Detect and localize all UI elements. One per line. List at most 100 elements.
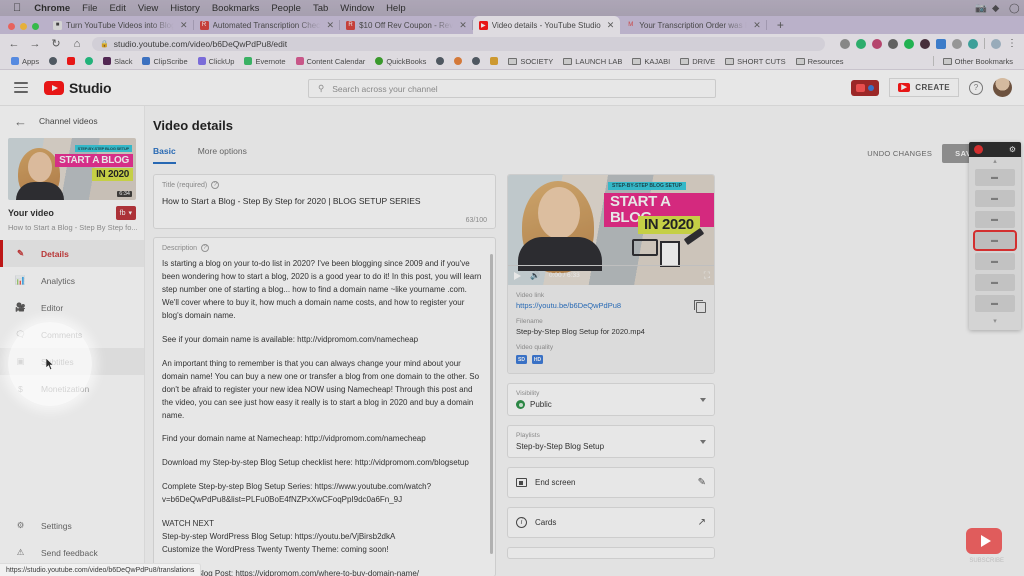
tab-more-options[interactable]: More options <box>198 146 247 164</box>
search-input[interactable]: ⚲ Search across your channel <box>308 79 716 98</box>
bookmark-quickbooks[interactable]: QuickBooks <box>370 57 431 66</box>
volume-icon[interactable]: 🔊 <box>530 271 540 280</box>
other-bookmarks-folder[interactable]: Other Bookmarks <box>938 57 1018 66</box>
camera-extension-icon[interactable] <box>840 38 850 49</box>
title-field-value[interactable]: How to Start a Blog - Step By Step for 2… <box>162 196 487 206</box>
hamburger-icon[interactable] <box>14 82 28 93</box>
cards-row[interactable]: i Cards ↗ <box>507 507 715 538</box>
playlists-select[interactable]: Playlists Step-by-Step Blog Setup <box>507 425 715 458</box>
maximize-window-button[interactable] <box>32 23 39 30</box>
external-link-icon[interactable]: ↗ <box>698 517 706 528</box>
sidebar-item-settings[interactable]: ⚙ Settings <box>0 512 144 539</box>
facebook-share-badge[interactable]: fb ▾ <box>115 206 136 220</box>
copy-icon[interactable] <box>694 300 706 313</box>
bookmark-slack[interactable]: Slack <box>98 57 137 66</box>
menu-item-edit[interactable]: Edit <box>103 3 131 14</box>
close-tab-button[interactable]: ✕ <box>607 20 615 31</box>
close-tab-button[interactable]: ✕ <box>459 20 467 31</box>
question-mark-icon[interactable]: ? <box>969 80 983 95</box>
widget-item[interactable]: ▬ <box>975 169 1015 186</box>
chevron-down-icon[interactable]: ▾ <box>969 317 1021 330</box>
widget-item-selected[interactable]: ▬ <box>973 230 1017 251</box>
close-tab-button[interactable]: ✕ <box>327 20 335 31</box>
close-window-button[interactable] <box>8 23 15 30</box>
browser-tab-active[interactable]: ▶ Video details - YouTube Studio ✕ <box>472 16 621 34</box>
pencil-icon[interactable]: ✎ <box>698 477 706 488</box>
next-section-row[interactable] <box>507 547 715 559</box>
bookmark-item[interactable] <box>431 57 449 65</box>
menu-item-tab[interactable]: Tab <box>307 3 334 14</box>
avatar[interactable] <box>993 78 1012 97</box>
minimize-window-button[interactable] <box>20 23 27 30</box>
gear-icon[interactable]: ⚙ <box>1009 145 1016 154</box>
question-mark-icon[interactable]: ? <box>211 181 220 189</box>
description-field[interactable]: Description ? Is starting a blog on your… <box>153 237 496 576</box>
menu-item-window[interactable]: Window <box>334 3 380 14</box>
bookmark-content-calendar[interactable]: Content Calendar <box>291 57 371 66</box>
chrome-menu-icon[interactable]: ⋮ <box>1007 38 1017 49</box>
menu-item-file[interactable]: File <box>76 3 103 14</box>
scissors-extension-icon[interactable] <box>952 38 962 49</box>
menu-item-chrome[interactable]: Chrome <box>28 3 76 14</box>
sidebar-item-details[interactable]: ✎ Details <box>0 240 144 267</box>
sidebar-item-send-feedback[interactable]: ⚠ Send feedback <box>0 539 144 566</box>
sidebar-item-subtitles[interactable]: ▣ Subtitles <box>0 348 144 375</box>
play-icon[interactable] <box>514 271 521 280</box>
gray-extension-icon[interactable] <box>888 38 898 49</box>
create-button[interactable]: ▶ CREATE <box>889 78 959 97</box>
green-extension-icon[interactable] <box>904 38 914 49</box>
tab-basic[interactable]: Basic <box>153 146 176 164</box>
dark-extension-icon[interactable] <box>920 38 930 49</box>
sidebar-item-comments[interactable]: 🗨 Comments <box>0 321 144 348</box>
bookmark-folder-kajabi[interactable]: KAJABI <box>627 57 675 66</box>
bookmark-folder-resources[interactable]: Resources <box>791 57 849 66</box>
widget-item[interactable]: ▬ <box>975 253 1015 270</box>
chevron-up-icon[interactable]: ▴ <box>969 157 1021 167</box>
bookmark-item[interactable] <box>44 57 62 65</box>
bookmark-clickup[interactable]: ClickUp <box>193 57 240 66</box>
bookmark-folder-short-cuts[interactable]: SHORT CUTS <box>720 57 790 66</box>
close-tab-button[interactable]: ✕ <box>180 20 188 31</box>
menu-item-history[interactable]: History <box>164 3 206 14</box>
studio-logo[interactable]: Studio <box>44 80 112 96</box>
dropbox-icon[interactable]: ◆ <box>992 3 1003 14</box>
apple-logo-icon[interactable]:  <box>6 2 28 14</box>
video-player[interactable]: STEP-BY-STEP BLOG SETUP START A BLOG IN … <box>508 175 714 285</box>
widget-item[interactable]: ▬ <box>975 190 1015 207</box>
widget-item[interactable]: ▬ <box>975 211 1015 228</box>
chevron-down-icon[interactable] <box>700 397 706 402</box>
forward-button[interactable]: → <box>29 38 41 50</box>
pink-extension-icon[interactable] <box>872 38 882 49</box>
recorder-status-indicator[interactable] <box>851 79 880 96</box>
sidebar-item-analytics[interactable]: 📊 Analytics <box>0 267 144 294</box>
browser-tab[interactable]: M Your Transcription Order was Re ✕ <box>620 16 767 34</box>
bookmark-apps[interactable]: Apps <box>6 57 44 66</box>
bookmark-evernote[interactable]: Evernote <box>239 57 290 66</box>
blue-extension-icon[interactable] <box>936 38 946 49</box>
undo-changes-button[interactable]: UNDO CHANGES <box>867 149 932 158</box>
bookmark-folder-launch-lab[interactable]: LAUNCH LAB <box>558 57 627 66</box>
end-screen-row[interactable]: End screen ✎ <box>507 467 715 498</box>
fullscreen-icon[interactable]: ⛶ <box>704 270 710 281</box>
sidebar-item-monetization[interactable]: $ Monetization <box>0 375 144 402</box>
widget-item[interactable]: ▬ <box>975 295 1015 312</box>
address-bar[interactable]: 🔒 studio.youtube.com/video/b6DeQwPdPu8/e… <box>92 36 825 51</box>
subscribe-overlay-button[interactable] <box>966 528 1002 554</box>
back-to-channel-videos[interactable]: ← Channel videos <box>0 106 144 136</box>
bookmark-clipscribe[interactable]: ClipScribe <box>137 57 192 66</box>
menu-item-bookmarks[interactable]: Bookmarks <box>206 3 266 14</box>
camera-icon[interactable]: 📷 <box>975 3 987 14</box>
chevron-down-icon[interactable] <box>700 439 706 444</box>
new-tab-button[interactable]: + <box>767 18 792 34</box>
grammarly-extension-icon[interactable] <box>856 38 866 49</box>
profile-avatar-icon[interactable] <box>991 38 1001 49</box>
bookmark-folder-society[interactable]: SOCIETY <box>503 57 558 66</box>
window-controls[interactable] <box>0 23 47 34</box>
back-button[interactable]: ← <box>8 38 20 50</box>
visibility-select[interactable]: Visibility Public <box>507 383 715 416</box>
close-tab-button[interactable]: ✕ <box>753 20 761 31</box>
video-link-value[interactable]: https://youtu.be/b6DeQwPdPu8 <box>516 301 706 310</box>
bookmark-item[interactable] <box>62 57 80 65</box>
browser-tab[interactable]: ■ Turn YouTube Videos into Blog P ✕ <box>47 16 194 34</box>
description-scrollbar[interactable] <box>490 254 493 554</box>
